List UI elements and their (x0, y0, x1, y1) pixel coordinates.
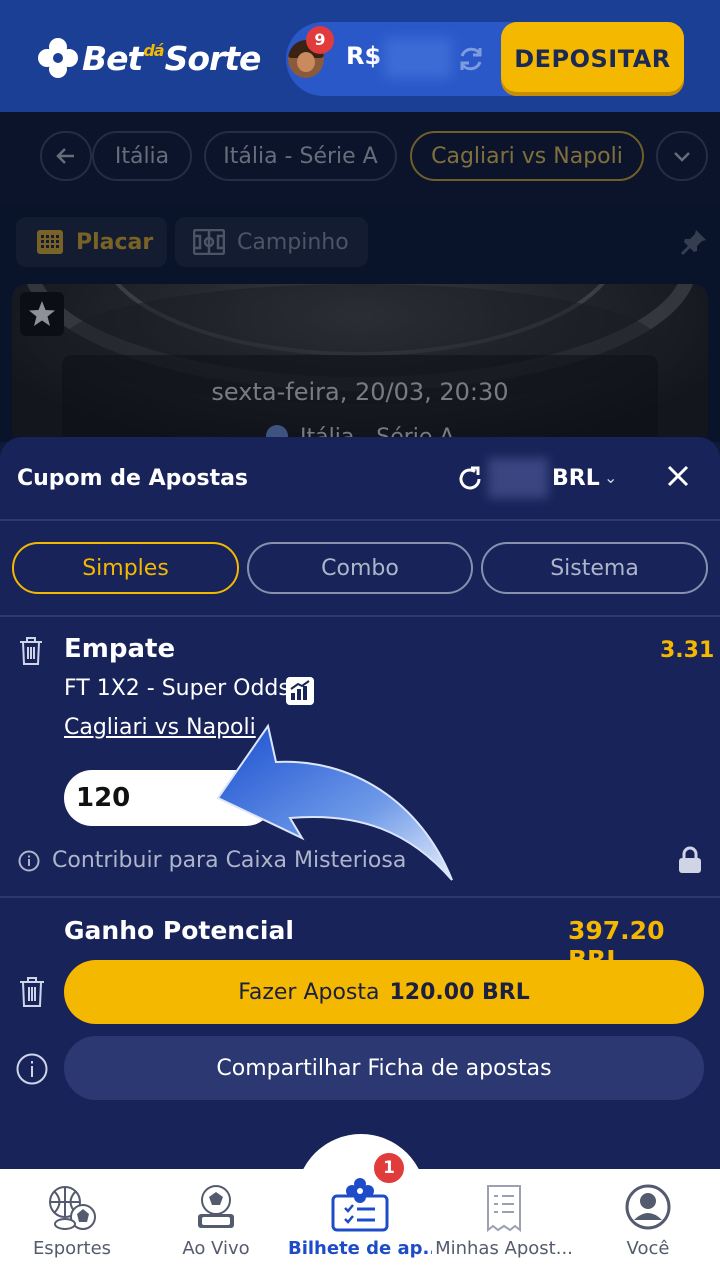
slip-balance-hidden (488, 458, 548, 498)
lock-icon (679, 846, 701, 873)
slip-count-badge: 1 (372, 1151, 406, 1185)
nav-esportes-label: Esportes (32, 1238, 112, 1259)
nav-ao-vivo[interactable]: Ao Vivo (144, 1182, 288, 1272)
balance-currency: R$ (346, 42, 382, 70)
super-odds-icon (286, 677, 314, 705)
selection-market: FT 1X2 - Super Odds (64, 676, 290, 701)
deposit-button[interactable]: DEPOSITAR (501, 22, 684, 96)
nav-ao-vivo-label: Ao Vivo (182, 1238, 250, 1259)
slip-currency-select[interactable]: BRL (552, 466, 600, 491)
logo-text-sorte: Sorte (164, 38, 262, 78)
background-dim-overlay (0, 112, 720, 442)
nav-voce-label: Você (626, 1238, 670, 1259)
clover-logo-icon (38, 38, 78, 78)
logo-text-da: dá (143, 40, 164, 60)
nav-minhas-apostas-label: Minhas Apost... (435, 1238, 573, 1259)
sports-balls-icon (49, 1186, 96, 1230)
close-icon[interactable] (664, 462, 692, 490)
tab-simples[interactable]: Simples (12, 542, 239, 594)
tab-combo[interactable]: Combo (247, 542, 473, 594)
notification-badge[interactable]: 9 (306, 26, 334, 54)
nav-esportes[interactable]: Esportes (0, 1182, 144, 1272)
live-football-icon (198, 1185, 234, 1228)
selection-name: Empate (64, 634, 176, 664)
divider (0, 896, 720, 898)
bet-ticket-icon (331, 1178, 389, 1232)
bet-slip-title: Cupom de Apostas (17, 466, 249, 491)
balance-hidden-amount (384, 38, 452, 78)
nav-bilhete-label: Bilhete de ap... (288, 1238, 432, 1259)
user-profile-icon (625, 1184, 671, 1230)
potential-gain-label: Ganho Potencial (64, 916, 294, 945)
clear-slip-trash-icon[interactable] (18, 976, 46, 1008)
chevron-down-icon[interactable]: ⌄ (604, 468, 617, 487)
refresh-icon[interactable] (456, 465, 484, 493)
place-bet-amount: 120.00 BRL (389, 979, 530, 1005)
place-bet-label: Fazer Aposta (238, 979, 380, 1005)
nav-voce[interactable]: Você (576, 1182, 720, 1272)
divider (0, 615, 720, 617)
nav-bilhete[interactable]: Bilhete de ap... (288, 1178, 432, 1272)
betdasorte-logo[interactable]: BetdáSorte (38, 36, 262, 80)
nav-minhas-apostas[interactable]: Minhas Apost... (432, 1182, 576, 1272)
trash-icon[interactable] (18, 636, 44, 666)
share-slip-button[interactable]: Compartilhar Ficha de apostas (64, 1036, 704, 1100)
logo-text-bet: Bet (82, 38, 143, 78)
divider (0, 519, 720, 521)
info-icon[interactable] (16, 1053, 48, 1085)
mystery-box-contribute-label[interactable]: Contribuir para Caixa Misteriosa (52, 848, 406, 873)
refresh-balance-icon[interactable] (456, 44, 486, 74)
tab-sistema[interactable]: Sistema (481, 542, 708, 594)
place-bet-button[interactable]: Fazer Aposta 120.00 BRL (64, 960, 704, 1024)
info-icon[interactable] (18, 850, 40, 872)
selection-odds: 3.31 (660, 638, 715, 663)
receipt-icon (487, 1185, 521, 1232)
